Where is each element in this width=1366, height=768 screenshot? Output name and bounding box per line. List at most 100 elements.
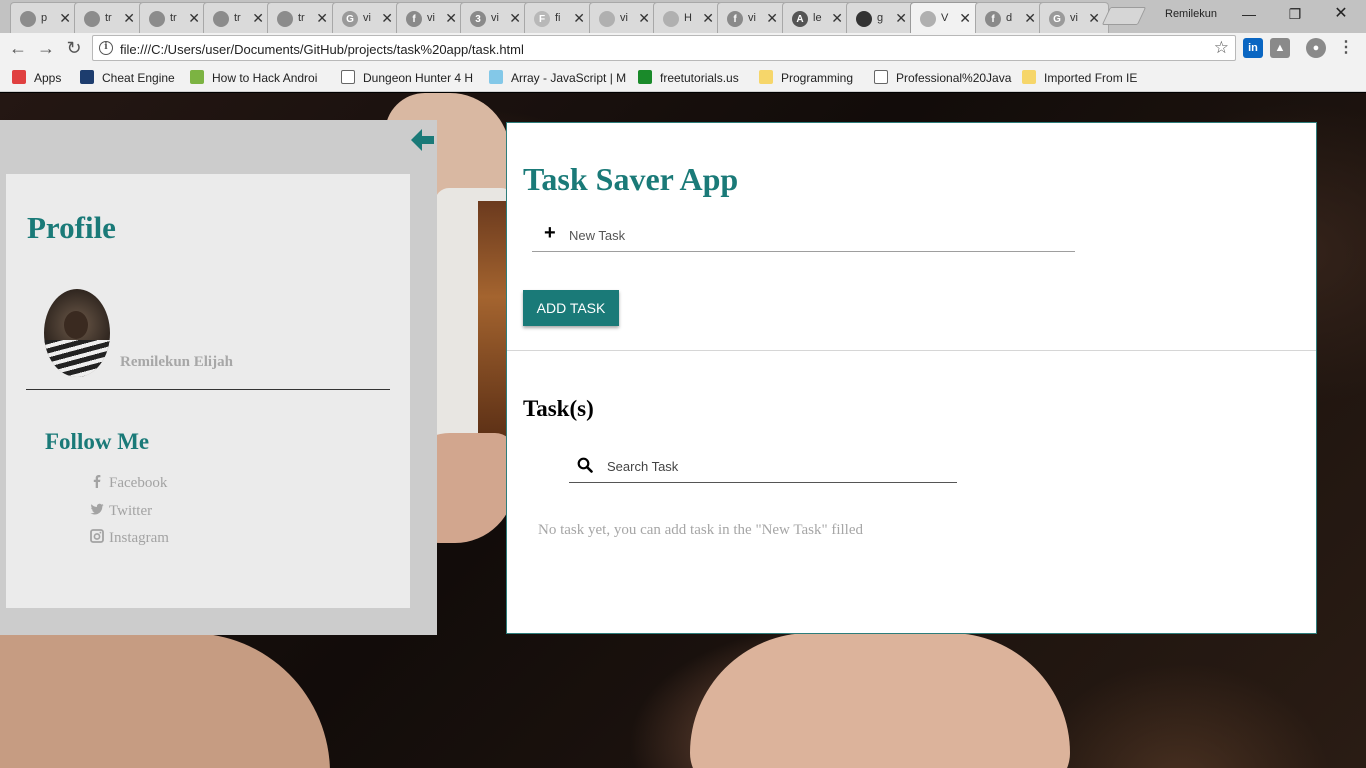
browser-tab[interactable]: f vi ✕	[396, 2, 466, 33]
address-url[interactable]: file:///C:/Users/user/Documents/GitHub/p…	[120, 42, 524, 57]
tab-close-icon[interactable]: ✕	[509, 10, 521, 26]
browser-toolbar: ← → ↻ i file:///C:/Users/user/Documents/…	[0, 33, 1366, 64]
new-tab-button[interactable]	[1101, 7, 1147, 25]
maximize-button[interactable]: ❐	[1272, 2, 1318, 26]
new-task-input[interactable]	[569, 225, 1049, 245]
browser-tab[interactable]: f vi ✕	[717, 2, 787, 33]
bookmark-label: Programming	[781, 71, 854, 85]
bookmark-item[interactable]: Dungeon Hunter 4 H	[341, 70, 473, 86]
tab-label: vi	[1070, 12, 1078, 24]
bookmark-item[interactable]: Programming	[759, 70, 853, 86]
plus-icon: +	[544, 222, 556, 244]
avatar	[44, 289, 110, 377]
browser-tab[interactable]: Ale ✕	[782, 2, 852, 33]
browser-tab[interactable]: tr ✕	[74, 2, 144, 33]
tab-close-icon[interactable]: ✕	[1024, 10, 1036, 26]
tab-close-icon[interactable]: ✕	[959, 10, 971, 26]
reload-button[interactable]: ↻	[62, 37, 86, 61]
browser-tab[interactable]: V ✕	[910, 2, 980, 34]
tab-close-icon[interactable]: ✕	[252, 10, 264, 26]
tab-close-icon[interactable]: ✕	[123, 10, 135, 26]
menu-icon[interactable]: ⋮	[1336, 38, 1356, 58]
instagram-link[interactable]: Instagram	[90, 529, 169, 547]
extension-icon[interactable]: ●	[1306, 38, 1326, 58]
mdn-icon	[489, 70, 503, 84]
back-arrow-icon[interactable]	[408, 126, 436, 154]
browser-tab[interactable]: Gvi ✕	[332, 2, 402, 33]
browser-tab[interactable]: Gvi ✕	[1039, 2, 1109, 33]
tab-close-icon[interactable]: ✕	[188, 10, 200, 26]
search-field[interactable]	[569, 449, 957, 483]
tab-strip: p ✕ tr ✕ tr ✕ tr ✕ tr ✕ Gvi ✕ f vi ✕ 3 vi ✕ Ffi ✕ vi ✕ H ✕ f vi ✕ A…	[0, 0, 1366, 34]
tab-close-icon[interactable]: ✕	[702, 10, 714, 26]
browser-tab[interactable]: Ffi ✕	[524, 2, 594, 33]
folder-icon	[759, 70, 773, 84]
tab-close-icon[interactable]: ✕	[59, 10, 71, 26]
tab-label: vi	[748, 12, 756, 24]
f-favicon-icon: f	[727, 11, 743, 27]
bookmark-item[interactable]: Cheat Engine	[80, 70, 175, 86]
browser-tab[interactable]: tr ✕	[139, 2, 209, 33]
address-bar[interactable]: i file:///C:/Users/user/Documents/GitHub…	[92, 35, 1236, 61]
drive-extension-icon[interactable]: ▲	[1270, 38, 1290, 58]
G-favicon-icon: G	[342, 11, 358, 27]
bookmark-label: Dungeon Hunter 4 H	[363, 71, 474, 85]
tab-close-icon[interactable]: ✕	[381, 10, 393, 26]
tab-close-icon[interactable]: ✕	[766, 10, 778, 26]
bookmark-item[interactable]: Professional%20Java	[874, 70, 1011, 86]
f-favicon-icon: f	[985, 11, 1001, 27]
back-button[interactable]: ←	[6, 37, 30, 61]
search-task-input[interactable]	[607, 456, 947, 476]
3-favicon-icon: 3	[470, 11, 486, 27]
browser-tab[interactable]: vi ✕	[589, 2, 659, 33]
add-task-button[interactable]: ADD TASK	[523, 290, 619, 326]
tab-close-icon[interactable]: ✕	[573, 10, 585, 26]
facebook-label: Facebook	[109, 475, 168, 491]
browser-tab[interactable]: H ✕	[653, 2, 723, 33]
info-icon[interactable]: i	[99, 41, 113, 55]
browser-profile-name[interactable]: Remilekun	[1165, 8, 1217, 20]
browser-tab[interactable]: g ✕	[846, 2, 916, 33]
minimize-button[interactable]: —	[1226, 2, 1272, 26]
facebook-link[interactable]: Facebook	[90, 474, 167, 492]
bookmark-item[interactable]: Array - JavaScript | M	[489, 70, 626, 86]
bookmark-item[interactable]: How to Hack Androi	[190, 70, 317, 86]
browser-tab[interactable]: p ✕	[10, 2, 80, 33]
browser-tab[interactable]: f d ✕	[975, 2, 1045, 33]
follow-title: Follow Me	[45, 429, 150, 454]
bookmark-item[interactable]: freetutorials.us	[638, 70, 739, 86]
browser-tab[interactable]: tr ✕	[267, 2, 337, 33]
tab-close-icon[interactable]: ✕	[831, 10, 843, 26]
browser-tab[interactable]: 3 vi ✕	[460, 2, 530, 33]
bookmark-item[interactable]: Apps	[12, 70, 61, 86]
bookmark-star-icon[interactable]: ☆	[1214, 38, 1229, 58]
bookmark-label: Imported From IE	[1044, 71, 1138, 85]
panel-divider	[507, 350, 1316, 351]
bookmark-label: Apps	[34, 71, 62, 85]
tab-close-icon[interactable]: ✕	[316, 10, 328, 26]
chrome-favicon-icon	[84, 11, 100, 27]
tab-close-icon[interactable]: ✕	[895, 10, 907, 26]
linkedin-extension-icon[interactable]: in	[1243, 38, 1263, 58]
tasks-heading: Task(s)	[523, 396, 594, 421]
avatar-face	[64, 311, 88, 339]
forward-button[interactable]: →	[34, 37, 58, 61]
android-icon	[190, 70, 204, 84]
close-window-button[interactable]: ✕	[1318, 2, 1364, 26]
tab-label: tr	[298, 12, 305, 24]
tab-label: tr	[105, 12, 112, 24]
twitter-icon	[90, 503, 104, 515]
browser-tab[interactable]: tr ✕	[203, 2, 273, 33]
facebook-icon	[93, 475, 101, 488]
tab-close-icon[interactable]: ✕	[638, 10, 650, 26]
bookmark-item[interactable]: Imported From IE	[1022, 70, 1137, 86]
gear-icon	[80, 70, 94, 84]
profile-title: Profile	[27, 210, 116, 245]
new-task-field[interactable]: +	[532, 219, 1075, 252]
doc-favicon-icon	[663, 11, 679, 27]
tab-close-icon[interactable]: ✕	[445, 10, 457, 26]
twitter-link[interactable]: Twitter	[90, 502, 152, 520]
tab-label: vi	[427, 12, 435, 24]
folder-icon	[1022, 70, 1036, 84]
tab-close-icon[interactable]: ✕	[1088, 10, 1100, 26]
